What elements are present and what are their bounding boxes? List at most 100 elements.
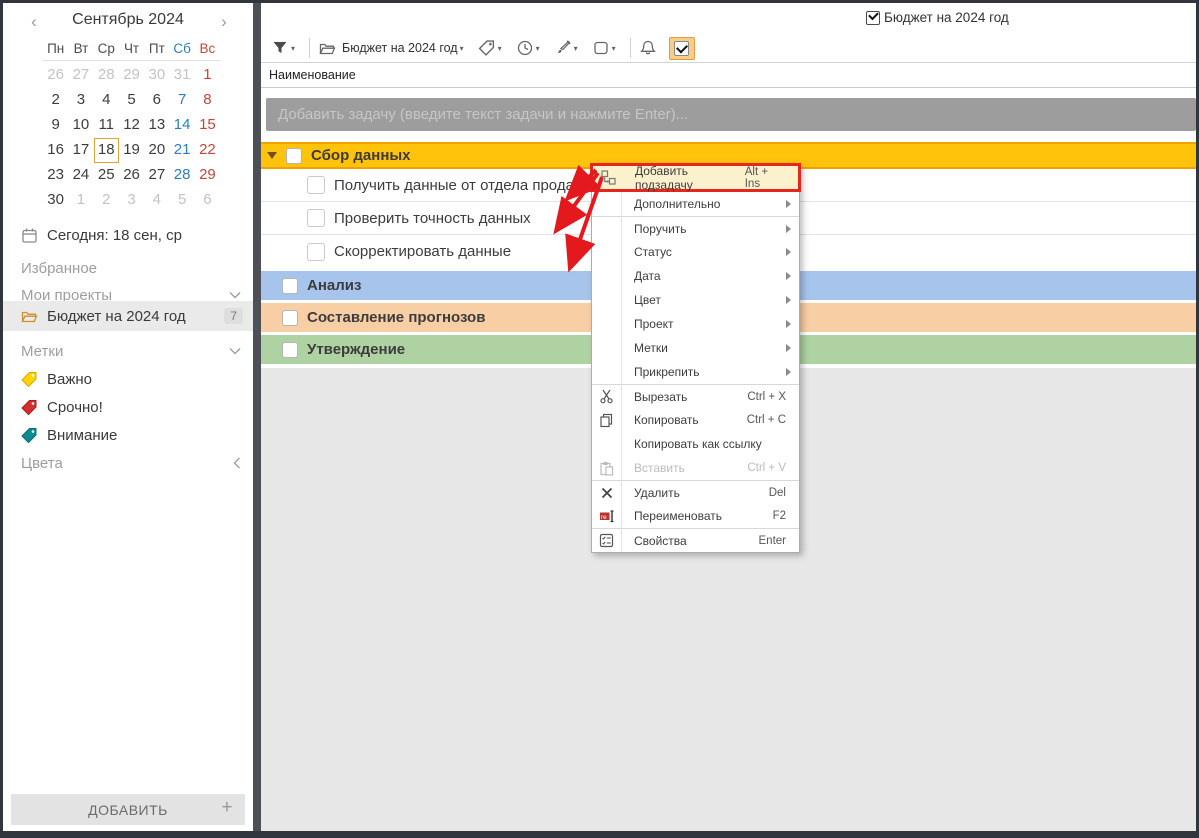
calendar-day[interactable]: 3 (119, 188, 144, 213)
calendar-day[interactable]: 26 (43, 63, 68, 88)
calendar-day[interactable]: 29 (119, 63, 144, 88)
menu-item-цвет[interactable]: Цвет (592, 288, 799, 312)
menu-item-копировать-как-ссылку[interactable]: Копировать как ссылку (592, 432, 799, 456)
calendar-day[interactable]: 30 (144, 63, 169, 88)
calendar-day[interactable]: 30 (43, 188, 68, 213)
calendar-day[interactable]: 14 (169, 113, 194, 138)
sidebar-item-tag-important[interactable]: Важно (3, 366, 253, 392)
calendar-day[interactable]: 28 (94, 63, 119, 88)
sidebar-item-tag-urgent[interactable]: Срочно! (3, 394, 253, 420)
menu-item-метки[interactable]: Метки (592, 336, 799, 360)
calendar-day[interactable]: 8 (195, 88, 220, 113)
task-checkbox[interactable] (282, 310, 298, 326)
sidebar-item-favorites[interactable]: Избранное (3, 255, 253, 281)
calendar-day[interactable]: 29 (195, 163, 220, 188)
menu-item-переименовать[interactable]: reПереименоватьF2 (592, 504, 799, 528)
task-checkbox[interactable] (307, 176, 325, 194)
menu-item-shortcut: F2 (773, 510, 786, 522)
calendar-day[interactable]: 16 (43, 138, 68, 163)
filter-icon (271, 39, 289, 57)
task-checkbox[interactable] (282, 278, 298, 294)
calendar-day[interactable]: 5 (169, 188, 194, 213)
calendar-day[interactable]: 15 (195, 113, 220, 138)
submenu-arrow-icon (786, 272, 791, 280)
menu-item-удалить[interactable]: УдалитьDel (592, 480, 799, 504)
sidebar-item-colors[interactable]: Цвета (3, 450, 253, 476)
menu-icon-empty (592, 192, 622, 216)
calendar-day[interactable]: 4 (94, 88, 119, 113)
menu-item-прикрепить[interactable]: Прикрепить (592, 360, 799, 384)
calendar-day[interactable]: 1 (68, 188, 93, 213)
menu-item-shortcut: Alt + Ins (745, 166, 785, 190)
task-checkbox[interactable] (307, 243, 325, 261)
calendar-day[interactable]: 9 (43, 113, 68, 138)
project-selector[interactable]: Бюджет на 2024 год ▾ (318, 40, 464, 57)
project-tab[interactable]: Бюджет на 2024 год (866, 10, 1009, 25)
calendar-day[interactable]: 26 (119, 163, 144, 188)
calendar-day[interactable]: 27 (144, 163, 169, 188)
add-task-bar (266, 98, 1196, 131)
today-link[interactable]: Сегодня: 18 сен, ср (21, 227, 182, 244)
calendar-grid: 2627282930311234567891011121314151617181… (43, 63, 220, 213)
calendar-day[interactable]: 25 (94, 163, 119, 188)
calendar-day[interactable]: 17 (68, 138, 93, 163)
calendar-day[interactable]: 31 (169, 63, 194, 88)
menu-item-копировать[interactable]: КопироватьCtrl + C (592, 408, 799, 432)
column-header-name[interactable]: Наименование (261, 62, 1196, 88)
add-button[interactable]: ДОБАВИТЬ + (11, 794, 245, 825)
status-button[interactable]: ▾ (592, 39, 616, 57)
calendar-day[interactable]: 24 (68, 163, 93, 188)
schedule-button[interactable]: ▾ (516, 39, 540, 57)
chevron-down-icon (229, 347, 241, 355)
menu-item-вырезать[interactable]: ВырезатьCtrl + X (592, 384, 799, 408)
project-tab-checkbox[interactable] (866, 11, 880, 25)
calendar-day[interactable]: 27 (68, 63, 93, 88)
calendar-day[interactable]: 28 (169, 163, 194, 188)
calendar-day[interactable]: 5 (119, 88, 144, 113)
menu-item-добавить-подзадачу[interactable]: Добавить подзадачуAlt + Ins (590, 163, 801, 192)
tags-button[interactable]: ▾ (478, 39, 502, 57)
calendar-day[interactable]: 12 (119, 113, 144, 138)
task-label: Скорректировать данные (334, 243, 511, 260)
filter-button[interactable]: ▾ (271, 39, 295, 57)
calendar-day[interactable]: 19 (119, 138, 144, 163)
color-button[interactable]: ▾ (554, 39, 578, 57)
notifications-button[interactable] (639, 39, 657, 57)
menu-item-свойства[interactable]: СвойстваEnter (592, 528, 799, 552)
calendar-day[interactable]: 7 (169, 88, 194, 113)
calendar-day[interactable]: 13 (144, 113, 169, 138)
menu-icon-empty (592, 217, 622, 240)
calendar-day[interactable]: 2 (94, 188, 119, 213)
sidebar-item-labels[interactable]: Метки (3, 338, 253, 364)
calendar-day[interactable]: 4 (144, 188, 169, 213)
calendar-day[interactable]: 11 (94, 113, 119, 138)
add-task-input[interactable] (278, 106, 1150, 123)
task-checkbox[interactable] (307, 209, 325, 227)
calendar-day[interactable]: 10 (68, 113, 93, 138)
sidebar-item-tag-attention[interactable]: Внимание (3, 422, 253, 448)
menu-item-проект[interactable]: Проект (592, 312, 799, 336)
calendar-day[interactable]: 20 (144, 138, 169, 163)
task-checkbox[interactable] (282, 342, 298, 358)
menu-item-label: Копировать (634, 413, 699, 427)
menu-item-дополнительно[interactable]: Дополнительно (592, 192, 799, 216)
calendar-day[interactable]: 6 (195, 188, 220, 213)
calendar-day[interactable]: 21 (169, 138, 194, 163)
calendar-next-icon[interactable]: › (215, 13, 233, 31)
calendar-day-today[interactable]: 18 (94, 138, 119, 163)
sidebar-item-project-budget[interactable]: Бюджет на 2024 год 7 (3, 301, 253, 331)
menu-item-статус[interactable]: Статус (592, 240, 799, 264)
calendar-day[interactable]: 2 (43, 88, 68, 113)
show-completed-toggle[interactable] (669, 37, 695, 60)
submenu-arrow-icon (786, 344, 791, 352)
menu-item-дата[interactable]: Дата (592, 264, 799, 288)
calendar-day[interactable]: 6 (144, 88, 169, 113)
calendar-day[interactable]: 3 (68, 88, 93, 113)
task-checkbox[interactable] (286, 148, 302, 164)
expand-caret-icon[interactable] (267, 152, 277, 159)
tag-icon (21, 427, 38, 444)
calendar-day[interactable]: 23 (43, 163, 68, 188)
calendar-day[interactable]: 22 (195, 138, 220, 163)
calendar-day[interactable]: 1 (195, 63, 220, 88)
menu-item-поручить[interactable]: Поручить (592, 216, 799, 240)
